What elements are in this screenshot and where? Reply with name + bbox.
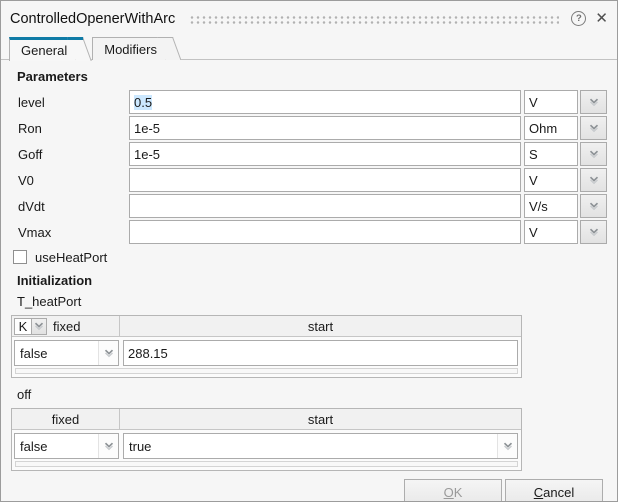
off-fixed-column-header: fixed	[51, 411, 80, 427]
dvdt-unit-field[interactable]: V/s	[524, 194, 578, 218]
chevron-down-icon	[589, 97, 598, 106]
v0-unit-dropdown-button[interactable]	[580, 168, 607, 192]
goff-unit-field[interactable]: S	[524, 142, 578, 166]
parameters-heading: Parameters	[17, 69, 88, 84]
level-label: level	[18, 94, 45, 110]
t-heatport-fixed-column-header: fixed	[53, 318, 81, 334]
tab-bar: General Modifiers	[1, 36, 617, 61]
level-value: 0.5	[134, 94, 153, 110]
close-icon[interactable]: ✕	[595, 11, 608, 26]
t-heatport-table: K fixed start false 288.15	[11, 315, 522, 378]
t-heatport-unit-field[interactable]: K	[14, 317, 32, 335]
level-unit-dropdown-button[interactable]	[580, 90, 607, 114]
chevron-down-icon	[589, 227, 598, 236]
goff-unit-value: S	[529, 146, 538, 162]
off-start-column-header: start	[307, 411, 334, 427]
dvdt-unit-value: V/s	[529, 198, 548, 214]
level-unit-value: V	[529, 94, 538, 110]
off-start-combobox[interactable]: true	[123, 433, 518, 459]
off-start-value: true	[129, 438, 152, 454]
use-heat-port-checkbox[interactable]	[13, 250, 27, 264]
t-heatport-fixed-value: false	[20, 345, 48, 361]
t-heatport-data-row: false 288.15	[12, 337, 521, 368]
chevron-down-icon	[589, 201, 598, 210]
chevron-down-icon	[589, 149, 598, 158]
ron-unit-value: Ohm	[529, 120, 558, 136]
goff-value: 1e-5	[134, 146, 161, 162]
off-data-row: false true	[12, 430, 521, 461]
vmax-label: Vmax	[18, 224, 52, 240]
off-table-footer-strip	[15, 461, 518, 467]
t-heatport-header-row: K fixed start	[12, 316, 521, 337]
chevron-down-icon[interactable]	[98, 434, 118, 458]
off-label: off	[17, 387, 32, 402]
off-table: fixed start false true	[11, 408, 522, 471]
off-fixed-column-header-cell: fixed	[12, 409, 120, 429]
ok-button[interactable]: OK	[404, 479, 502, 501]
dvdt-input[interactable]	[129, 194, 521, 218]
param-row-goff: Goff 1e-5 S	[11, 142, 607, 166]
vmax-unit-dropdown-button[interactable]	[580, 220, 607, 244]
use-heat-port-label: useHeatPort	[35, 249, 108, 265]
goff-label: Goff	[18, 146, 43, 162]
t-heatport-start-value: 288.15	[128, 345, 168, 361]
t-heatport-header-fixed-cell: K fixed	[12, 316, 120, 336]
help-icon[interactable]: ?	[571, 11, 587, 26]
goff-input[interactable]: 1e-5	[129, 142, 521, 166]
t-heatport-label: T_heatPort	[17, 294, 82, 309]
level-input[interactable]: 0.5	[129, 90, 521, 114]
off-fixed-combobox[interactable]: false	[14, 433, 119, 459]
use-heat-port-row: useHeatPort	[13, 249, 607, 265]
param-row-vmax: Vmax V	[11, 220, 607, 244]
ron-unit-dropdown-button[interactable]	[580, 116, 607, 140]
param-row-ron: Ron 1e-5 Ohm	[11, 116, 607, 140]
dialog-title: ControlledOpenerWithArc	[10, 10, 176, 27]
param-row-level: level 0.5 V	[11, 90, 607, 114]
v0-unit-field[interactable]: V	[524, 168, 578, 192]
chevron-down-icon[interactable]	[497, 434, 517, 458]
level-unit-field[interactable]: V	[524, 90, 578, 114]
param-row-v0: V0 V	[11, 168, 607, 192]
tab-general[interactable]: General	[9, 37, 76, 61]
t-heatport-start-input[interactable]: 288.15	[123, 340, 518, 366]
param-row-dvdt: dVdt V/s	[11, 194, 607, 218]
parameter-dialog: ControlledOpenerWithArc ? ✕ General Modi…	[0, 0, 618, 502]
ron-value: 1e-5	[134, 120, 161, 136]
tab-modifiers[interactable]: Modifiers	[92, 37, 165, 60]
cancel-button[interactable]: Cancel	[505, 479, 603, 501]
chevron-down-icon[interactable]	[98, 341, 118, 365]
title-bar: ControlledOpenerWithArc ? ✕	[1, 1, 617, 36]
v0-input[interactable]	[129, 168, 521, 192]
off-fixed-value: false	[20, 438, 48, 454]
general-tab-content: Parameters level 0.5 V Ron 1e-5 Ohm Goff…	[1, 60, 617, 501]
t-heatport-unit-dropdown-button[interactable]	[32, 317, 47, 335]
t-heatport-fixed-combobox[interactable]: false	[14, 340, 119, 366]
v0-unit-value: V	[529, 172, 538, 188]
chevron-down-icon	[589, 123, 598, 132]
v0-label: V0	[18, 172, 34, 188]
ron-label: Ron	[18, 120, 42, 136]
t-heatport-start-column-header: start	[307, 318, 334, 334]
vmax-unit-value: V	[529, 224, 538, 240]
vmax-unit-field[interactable]: V	[524, 220, 578, 244]
dvdt-label: dVdt	[18, 198, 45, 214]
goff-unit-dropdown-button[interactable]	[580, 142, 607, 166]
drag-handle-dots[interactable]	[189, 15, 560, 24]
ron-unit-field[interactable]: Ohm	[524, 116, 578, 140]
off-header-row: fixed start	[12, 409, 521, 430]
vmax-input[interactable]	[129, 220, 521, 244]
chevron-down-icon	[589, 175, 598, 184]
t-heatport-table-footer-strip	[15, 368, 518, 374]
chevron-down-icon	[34, 321, 44, 330]
initialization-heading: Initialization	[17, 273, 93, 288]
dvdt-unit-dropdown-button[interactable]	[580, 194, 607, 218]
dialog-button-row: OK Cancel	[11, 471, 607, 501]
ron-input[interactable]: 1e-5	[129, 116, 521, 140]
